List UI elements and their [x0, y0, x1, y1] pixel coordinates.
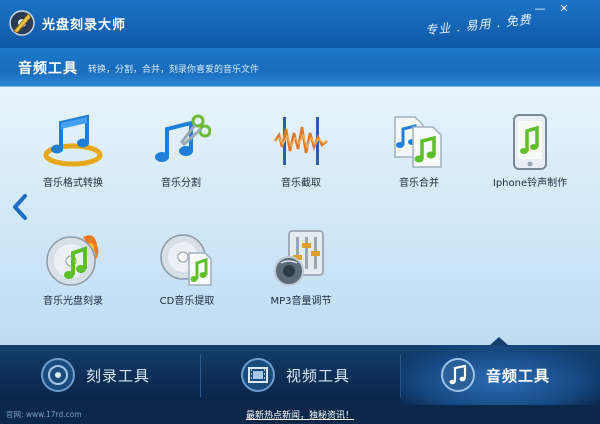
tool-music-disc-burn[interactable]: 音乐光盘刻录: [18, 229, 128, 319]
minimize-icon[interactable]: —: [532, 2, 548, 16]
title-bar: 光盘刻录大师 专业 . 易用 . 免费 — ✕: [0, 0, 600, 48]
news-link[interactable]: 最新热点新闻，独秘资讯！: [0, 408, 600, 421]
tool-label: Iphone铃声制作: [492, 178, 568, 189]
tool-music-trim[interactable]: 音乐截取: [246, 111, 356, 201]
tool-cd-extract[interactable]: CD音乐提取: [132, 229, 242, 319]
iphone-ringtone-icon: [513, 114, 547, 170]
tool-label: 音乐分割: [161, 178, 201, 189]
tool-mp3-volume[interactable]: MP3音量调节: [246, 229, 356, 319]
active-tab-pointer: [490, 337, 508, 345]
tool-label: 音乐合并: [399, 178, 439, 189]
section-header: 音频工具 转换，分割，合并，刻录你喜爱的音乐文件: [0, 48, 600, 87]
tab-label: 刻录工具: [86, 367, 151, 385]
tab-video-tools[interactable]: 视频工具: [200, 345, 400, 405]
music-merge-icon: [394, 116, 442, 168]
tool-label: CD音乐提取: [159, 296, 215, 307]
disc-icon: [41, 358, 75, 392]
section-description: 转换，分割，合并，刻录你喜爱的音乐文件: [88, 65, 260, 75]
app-logo-icon: [9, 10, 35, 36]
tool-label: 音乐光盘刻录: [43, 296, 103, 307]
section-title: 音频工具: [18, 61, 78, 77]
tab-label: 音频工具: [486, 367, 551, 385]
film-icon: [241, 358, 275, 392]
mp3-volume-icon: [274, 230, 324, 286]
close-icon[interactable]: ✕: [556, 2, 572, 16]
slogan: 专业 . 易用 . 免费: [424, 12, 533, 38]
app-window: 光盘刻录大师 专业 . 易用 . 免费 — ✕ 音频工具 转换，分割，合并，刻录…: [0, 0, 600, 424]
status-bar: 官网: www.17rd.com 最新热点新闻，独秘资讯！: [0, 405, 600, 424]
music-disc-burn-icon: [46, 235, 99, 286]
tool-music-merge[interactable]: 音乐合并: [364, 111, 474, 201]
music-trim-icon: [273, 117, 328, 165]
music-split-icon: [155, 114, 211, 162]
tool-label: MP3音量调节: [270, 296, 332, 307]
tool-label: 音乐格式转换: [43, 178, 103, 189]
cd-extract-icon: [160, 234, 212, 286]
music-convert-icon: [43, 114, 103, 167]
tab-label: 视频工具: [286, 367, 351, 385]
tab-audio-tools[interactable]: 音频工具: [400, 345, 600, 405]
tool-music-split[interactable]: 音乐分割: [126, 111, 236, 201]
tool-category-tabs: 刻录工具 视频工具 音频工具: [0, 345, 600, 405]
tool-music-convert[interactable]: 音乐格式转换: [18, 111, 128, 201]
app-title: 光盘刻录大师: [42, 18, 127, 33]
tool-grid: 音乐格式转换 音乐分割 音乐截取 音乐合并 Iphone铃声制作 音乐光盘刻录 …: [0, 87, 600, 345]
tool-label: 音乐截取: [281, 178, 321, 189]
tab-burn-tools[interactable]: 刻录工具: [0, 345, 200, 405]
music-note-icon: [441, 358, 475, 392]
tool-iphone-ringtone[interactable]: Iphone铃声制作: [475, 111, 585, 201]
